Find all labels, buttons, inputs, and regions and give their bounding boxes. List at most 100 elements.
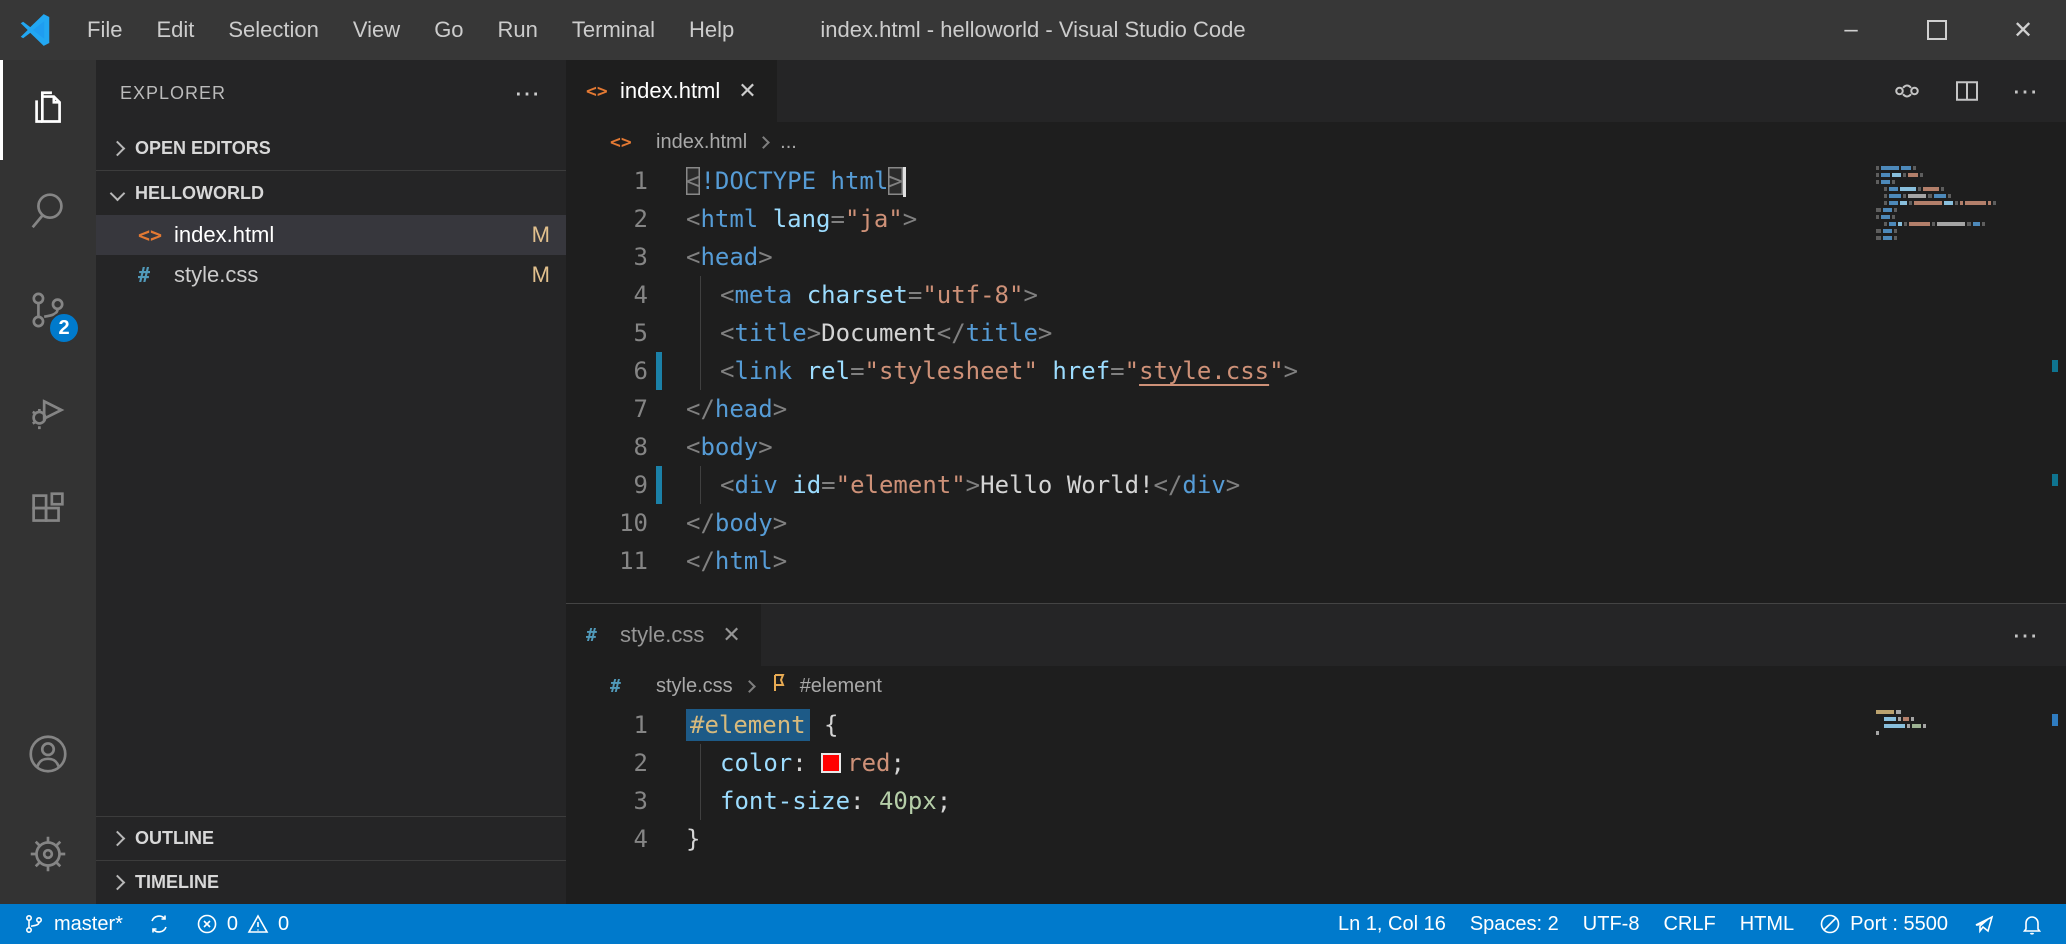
git-branch-status[interactable]: master* (10, 912, 135, 936)
code-line[interactable]: 7</head> (566, 390, 2066, 428)
code-line[interactable]: 2<html lang="ja"> (566, 200, 2066, 238)
folder-section[interactable]: HELLOWORLD (96, 171, 566, 215)
split-editor-icon[interactable] (1952, 76, 1982, 106)
code-line[interactable]: 10</body> (566, 504, 2066, 542)
close-tab-icon[interactable]: ✕ (722, 622, 740, 648)
explorer-activity-button[interactable] (0, 60, 96, 160)
minimap-line (1876, 717, 2008, 724)
gutter (656, 542, 662, 580)
code-line[interactable]: 1#element { (566, 706, 2066, 744)
breadcrumb-file[interactable]: style.css (656, 675, 733, 698)
code-token (792, 357, 806, 385)
search-activity-button[interactable] (0, 160, 96, 260)
menu-item-terminal[interactable]: Terminal (555, 0, 672, 60)
outline-section[interactable]: OUTLINE (96, 816, 566, 860)
tab-index-html[interactable]: <> index.html ✕ (566, 60, 777, 122)
source-control-activity-button[interactable]: 2 (0, 260, 96, 360)
code-token: = (1110, 357, 1124, 385)
code-line[interactable]: 1<!DOCTYPE html> (566, 162, 2066, 200)
branch-name: master* (54, 913, 123, 936)
menu-bar: FileEditSelectionViewGoRunTerminalHelp (70, 0, 751, 60)
timeline-section[interactable]: TIMELINE (96, 860, 566, 904)
code-line[interactable]: 6<link rel="stylesheet" href="style.css"… (566, 352, 2066, 390)
close-button[interactable]: ✕ (1980, 0, 2066, 60)
line-number: 3 (566, 782, 648, 820)
indentation-status[interactable]: Spaces: 2 (1458, 913, 1571, 936)
code-line[interactable]: 3font-size: 40px; (566, 782, 2066, 820)
code-token: > (1226, 471, 1240, 499)
color-swatch[interactable] (821, 753, 841, 773)
code-line[interactable]: 8<body> (566, 428, 2066, 466)
minimap[interactable] (1876, 166, 2008, 243)
accounts-activity-button[interactable] (0, 704, 96, 804)
encoding-status[interactable]: UTF-8 (1571, 913, 1652, 936)
menu-item-view[interactable]: View (336, 0, 417, 60)
problems-status[interactable]: 0 0 (183, 912, 301, 936)
sync-button[interactable] (135, 912, 183, 936)
breadcrumbs[interactable]: # style.css #element (566, 666, 2066, 706)
minimap[interactable] (1876, 710, 2008, 738)
extensions-activity-button[interactable] (0, 460, 96, 560)
more-actions-icon[interactable]: ⋯ (2012, 620, 2040, 651)
menu-item-edit[interactable]: Edit (139, 0, 211, 60)
chevron-right-icon (110, 140, 126, 156)
code-line[interactable]: 4<meta charset="utf-8"> (566, 276, 2066, 314)
cursor-position-status[interactable]: Ln 1, Col 16 (1326, 913, 1458, 936)
code-line[interactable]: 5<title>Document</title> (566, 314, 2066, 352)
tab-style-css[interactable]: # style.css ✕ (566, 604, 761, 666)
open-changes-icon[interactable] (1892, 76, 1922, 106)
code-token: Hello World! (980, 471, 1153, 499)
code-token: 40px (879, 787, 937, 815)
editor-group-html: <> index.html ✕ ⋯ (566, 60, 2066, 603)
search-icon (25, 187, 71, 233)
close-tab-icon[interactable]: ✕ (738, 78, 756, 104)
run-debug-activity-button[interactable] (0, 360, 96, 460)
menu-item-selection[interactable]: Selection (211, 0, 336, 60)
breadcrumbs[interactable]: <> index.html ... (566, 122, 2066, 162)
eol-status[interactable]: CRLF (1651, 913, 1727, 936)
code-editor-css[interactable]: 1#element {2color: red;3font-size: 40px;… (566, 706, 2066, 904)
code-token: > (758, 433, 772, 461)
overview-ruler[interactable] (2050, 706, 2066, 904)
breadcrumb-symbol[interactable]: #element (800, 675, 882, 698)
overview-ruler[interactable] (2050, 162, 2066, 603)
code-token: " (1269, 357, 1283, 385)
line-col-label: Ln 1, Col 16 (1338, 913, 1446, 936)
minimize-button[interactable]: – (1808, 0, 1894, 60)
files-icon (27, 87, 73, 133)
code-token: < (720, 471, 734, 499)
maximize-button[interactable] (1894, 0, 1980, 60)
breadcrumb-symbol[interactable]: ... (780, 131, 797, 154)
code-line[interactable]: 9<div id="element">Hello World!</div> (566, 466, 2066, 504)
feedback-button[interactable] (1960, 912, 2008, 936)
code-token: style.css (1139, 357, 1269, 385)
code-line[interactable]: 4} (566, 820, 2066, 858)
breadcrumb-file[interactable]: index.html (656, 131, 747, 154)
language-mode-status[interactable]: HTML (1728, 913, 1806, 936)
more-actions-icon[interactable]: ⋯ (2012, 76, 2040, 107)
explorer-more-actions-button[interactable]: ⋯ (514, 78, 542, 109)
code-line[interactable]: 11</html> (566, 542, 2066, 580)
file-row-index-html[interactable]: <>index.htmlM (96, 215, 566, 255)
file-row-style-css[interactable]: #style.cssM (96, 255, 566, 295)
menu-item-help[interactable]: Help (672, 0, 751, 60)
open-editors-label: OPEN EDITORS (135, 138, 271, 159)
menu-item-go[interactable]: Go (417, 0, 480, 60)
menu-item-file[interactable]: File (70, 0, 139, 60)
code-token: </ (686, 547, 715, 575)
code-token (865, 787, 879, 815)
port-label: Port : 5500 (1850, 913, 1948, 936)
minimap-line (1876, 180, 2008, 187)
code-editor-html[interactable]: 1<!DOCTYPE html>2<html lang="ja">3<head>… (566, 162, 2066, 603)
code-line[interactable]: 2color: red; (566, 744, 2066, 782)
notifications-button[interactable] (2008, 912, 2056, 936)
minimap-line (1876, 194, 2008, 201)
code-token: = (908, 281, 922, 309)
settings-activity-button[interactable] (0, 804, 96, 904)
modified-gutter-marker (656, 466, 662, 504)
code-line[interactable]: 3<head> (566, 238, 2066, 276)
menu-item-run[interactable]: Run (481, 0, 555, 60)
live-server-port-status[interactable]: Port : 5500 (1806, 912, 1960, 936)
symbol-class-icon (766, 671, 790, 701)
open-editors-section[interactable]: OPEN EDITORS (96, 126, 566, 170)
